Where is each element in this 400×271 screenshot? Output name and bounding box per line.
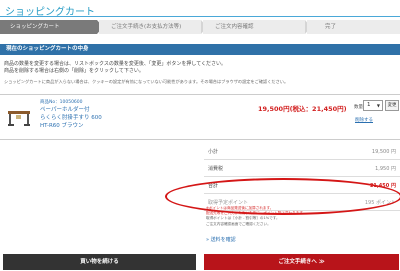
title-divider [0, 16, 400, 17]
proceed-to-checkout-button[interactable]: ご注文手続きへ ≫ [204, 254, 399, 270]
continue-shopping-button[interactable]: 買い物を続ける [3, 254, 196, 270]
step-complete: 完了 [307, 20, 400, 34]
cart-item-row: 商品No：10050600 ペーパーホルダー付 らくらく肘掛手すり 600 HT… [0, 94, 400, 140]
points-note-line: ご注文内容確認画面でご確認ください。 [206, 221, 271, 226]
cookie-note: ショッピングカートに商品が入らない場合は、クッキーの設定が有効になっていない可能… [4, 79, 289, 84]
delete-item-link[interactable]: 削除する [355, 117, 373, 123]
step-confirm: ご注文内容確認 [203, 20, 305, 34]
tax-row: 消費税 1,950 円 [204, 160, 400, 177]
tax-label: 消費税 [208, 166, 224, 172]
subtotal-label: 小計 [208, 149, 219, 155]
cart-instructions: 商品の数量を変更する場合は、リストボックスの数量を変更後、「変更」ボタンを押して… [4, 61, 396, 85]
cart-section-header: 現在のショッピングカートの中身 [0, 44, 400, 55]
points-notes: ※ポイントは商品発送後に加算されます。 配送先等をご入力いただいた後に、ポイント… [206, 206, 398, 227]
item-name-link[interactable]: HT-R60 ブラウン [40, 122, 102, 130]
step-cart: ショッピングカート [0, 20, 97, 34]
chevron-down-icon: ▼ [376, 103, 380, 108]
shipping-link-label: 送料を確認 [210, 237, 236, 243]
step-order-details: ご注文手続き(お支払方法等) [99, 20, 201, 34]
tax-value: 1,950 円 [375, 166, 396, 172]
product-thumbnail[interactable] [6, 105, 32, 127]
quantity-select[interactable]: 1 ▼ [363, 100, 383, 111]
subtotal-value: 19,500 円 [371, 149, 396, 155]
quantity-value: 1 [367, 102, 371, 108]
item-name-link[interactable]: らくらく肘掛手すり 600 [40, 114, 102, 122]
shipping-fee-link[interactable]: » 送料を確認 [206, 236, 236, 243]
subtotal-row: 小計 19,500 円 [204, 143, 400, 160]
checkout-steps: ショッピングカート ご注文手続き(お支払方法等) ご注文内容確認 完了 [0, 20, 400, 34]
item-price: 19,500円(税込：21,450円) [258, 105, 347, 113]
chevron-right-icon: » [206, 237, 210, 243]
instruction-line: 商品の数量を変更する場合は、リストボックスの数量を変更後、「変更」ボタンを押して… [4, 61, 227, 67]
instruction-line: 商品を削除する場合は右側の「削除」をクリックして下さい。 [4, 68, 144, 74]
change-quantity-button[interactable]: 変更 [385, 100, 399, 111]
quantity-label: 数量 [354, 105, 363, 110]
item-name-link[interactable]: ペーパーホルダー付 [40, 106, 102, 114]
item-info: 商品No：10050600 ペーパーホルダー付 らくらく肘掛手すり 600 HT… [40, 100, 102, 130]
